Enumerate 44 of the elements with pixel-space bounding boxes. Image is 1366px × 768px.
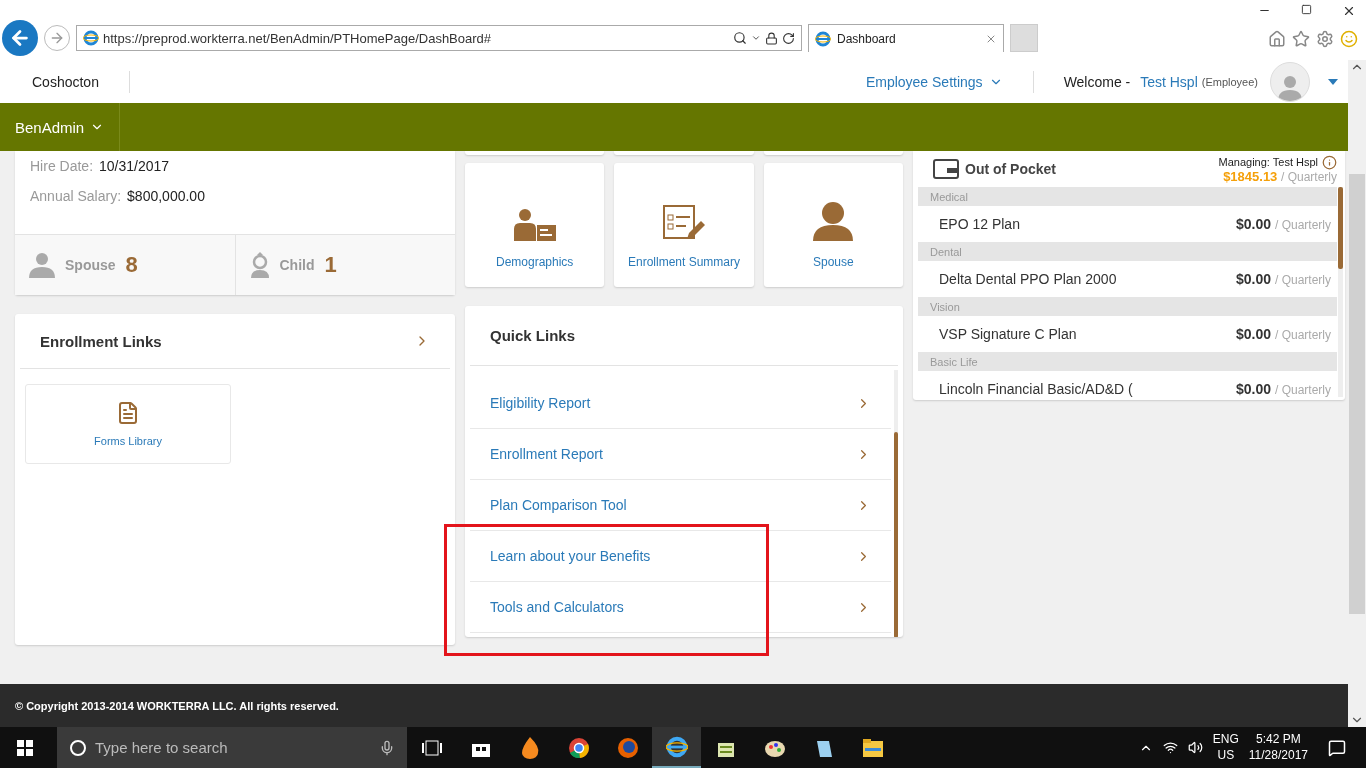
card-title: Enrollment Links [40, 332, 162, 350]
total-amount: $1845.13 / Quarterly [1223, 170, 1337, 183]
category-header: Dental [918, 242, 1337, 261]
category-header: Basic Life [918, 352, 1337, 371]
language-indicator[interactable]: ENG US [1212, 731, 1239, 764]
plan-cost: $0.00 / Quarterly [1236, 381, 1331, 397]
dependent-count: 8 [125, 252, 138, 278]
address-bar[interactable]: https://preprod.workterra.net/BenAdmin/PTHomePage/DashBoard# [76, 25, 802, 51]
plan-name: VSP Signature C Plan [939, 326, 1077, 342]
welcome-label: Welcome - [1063, 73, 1131, 90]
clock[interactable]: 5:42 PM 11/28/2017 [1248, 731, 1308, 764]
category-header: Vision [918, 297, 1337, 316]
dashboard-tile[interactable]: Demographics [465, 163, 605, 287]
plan-cost: $0.00 / Quarterly [1236, 216, 1331, 232]
field-value: 10/31/2017 [99, 158, 170, 174]
field-value: $800,000.00 [127, 188, 205, 204]
category-header: Medical [918, 187, 1337, 206]
dependent-label: Spouse [65, 257, 116, 273]
taskbar-search-field[interactable]: Type here to search [57, 727, 407, 768]
field-label: Hire Date: [30, 158, 94, 174]
dependent-count: 1 [324, 252, 337, 278]
employee-settings-menu[interactable]: Employee Settings [865, 73, 1003, 90]
forms-library-tile[interactable]: Forms Library [25, 384, 231, 464]
user-name-link[interactable]: Test Hspl [1140, 73, 1198, 90]
plan-name: Delta Dental PPO Plan 2000 [939, 271, 1117, 287]
plan-name: Lincoln Financial Basic/AD&D ( [939, 381, 1133, 397]
site-name: Coshocton [32, 73, 99, 90]
quick-link[interactable]: Plan Comparison Tool [470, 480, 891, 531]
plan-cost: $0.00 / Quarterly [1236, 271, 1331, 287]
quick-link[interactable]: Tools and Calculators [470, 582, 891, 633]
card-title: Quick Links [490, 327, 576, 344]
quick-link[interactable]: Eligibility Report [470, 378, 891, 429]
dashboard-tile[interactable]: Spouse [763, 163, 903, 287]
card-title: Out of Pocket [933, 159, 1056, 179]
browser-tab[interactable]: Dashboard [808, 24, 1004, 52]
quick-link[interactable]: Learn about your Benefits [470, 531, 891, 582]
field-label: Annual Salary: [30, 188, 122, 204]
plan-cost: $0.00 / Quarterly [1236, 326, 1331, 342]
managing-label: Managing: Test Hspl [1218, 155, 1337, 170]
user-role: (Employee) [1201, 75, 1258, 88]
dashboard-tile[interactable]: Enrollment Summary [614, 163, 754, 287]
quick-link[interactable]: Enrollment Report [470, 429, 891, 480]
dependent-label: Child [279, 257, 315, 273]
plan-name: EPO 12 Plan [939, 216, 1020, 232]
